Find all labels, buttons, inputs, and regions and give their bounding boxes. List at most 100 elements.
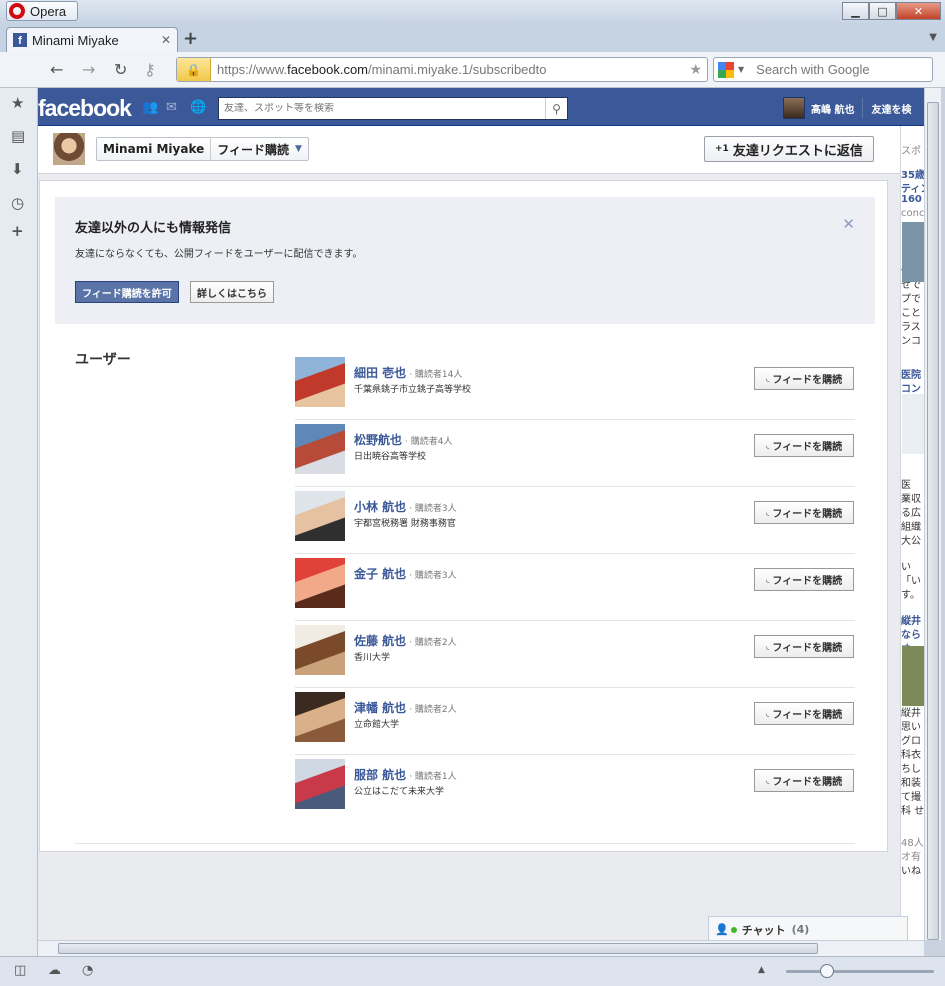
notice-text: 友達にならなくても、公開フィードをユーザーに配信できます。 [75, 249, 363, 260]
avatar[interactable] [295, 692, 345, 742]
zoom-up-icon[interactable]: ▲ [758, 965, 765, 975]
subscribe-button[interactable]: ◟ フィードを購読 [754, 367, 854, 390]
rss-icon: ◟ [765, 574, 770, 585]
url-text[interactable]: https://www.facebook.com/minami.miyake.1… [217, 62, 689, 77]
chevron-down-icon[interactable]: ▼ [295, 144, 302, 154]
vertical-scrollbar[interactable] [924, 88, 941, 940]
user-name-line: 小林 航也 · 購読者3人 [354, 498, 457, 515]
subscribe-button[interactable]: ◟ フィードを購読 [754, 434, 854, 457]
avatar[interactable] [295, 759, 345, 809]
messages-icon[interactable]: ✉ [166, 100, 182, 115]
facebook-search-input[interactable] [219, 103, 545, 114]
subscribe-button[interactable]: ◟ フィードを購読 [754, 702, 854, 725]
ticker-text: 160 [901, 194, 922, 205]
reload-icon[interactable]: ↻ [114, 60, 127, 79]
chat-tab[interactable]: 👤 チャット (4) [708, 916, 908, 940]
subscribe-label: フィードを購読 [772, 710, 843, 721]
facebook-logo[interactable]: facebook [38, 95, 132, 122]
ticker-text: 業収 [901, 494, 921, 505]
ticker-text: ラス [901, 322, 921, 333]
notes-icon[interactable]: ▤ [11, 127, 25, 145]
downloads-icon[interactable]: ⬇ [11, 160, 24, 178]
subscribe-label: フィードを購読 [772, 375, 843, 386]
user-name-link[interactable]: 服部 航也 [354, 768, 406, 782]
bookmark-star-icon[interactable]: ★ [689, 62, 702, 78]
friend-request-label: 友達リクエストに返信 [732, 143, 863, 159]
subscribe-button[interactable]: ◟ フィードを購読 [754, 769, 854, 792]
rss-icon: ◟ [765, 440, 770, 451]
user-name-link[interactable]: 金子 航也 [354, 567, 406, 581]
cloud-icon[interactable]: ☁ [48, 963, 61, 978]
google-icon[interactable] [718, 61, 734, 78]
ticker-image[interactable] [902, 646, 924, 706]
friend-requests-icon[interactable]: 👥 [142, 100, 158, 115]
forward-icon[interactable]: → [82, 60, 95, 79]
zoom-slider-handle[interactable] [820, 964, 834, 978]
opera-menu-button[interactable]: Opera [6, 1, 78, 21]
avatar[interactable] [295, 625, 345, 675]
subscriber-count: · 購読者2人 [409, 705, 457, 715]
user-name-link[interactable]: 小林 航也 [354, 500, 406, 514]
back-icon[interactable]: ← [50, 60, 63, 79]
subscribe-button[interactable]: ◟ フィードを購読 [754, 568, 854, 591]
search-icon[interactable]: ⚲ [545, 98, 567, 119]
ticker-text: 科 せ [901, 806, 924, 817]
add-friend-icon: +1 [715, 144, 729, 154]
horizontal-scrollbar[interactable] [38, 940, 924, 956]
profile-name-link[interactable]: Minami Miyake [97, 138, 212, 160]
facebook-search[interactable]: ⚲ [218, 97, 568, 120]
search-engine-dropdown-icon[interactable]: ▼ [738, 65, 744, 74]
add-panel-icon[interactable]: + [11, 222, 24, 240]
subscribe-button[interactable]: ◟ フィードを購読 [754, 501, 854, 524]
user-name-link[interactable]: 髙嶋 航也 [811, 101, 854, 116]
user-name-link[interactable]: 佐藤 航也 [354, 634, 406, 648]
subscribe-button[interactable]: ◟ フィードを購読 [754, 635, 854, 658]
close-icon[interactable]: ✕ [842, 215, 855, 233]
allow-subscribe-button[interactable]: フィード購読を許可 [75, 281, 179, 303]
respond-friend-request-button[interactable]: +1 友達リクエストに返信 [704, 136, 874, 162]
profile-avatar[interactable] [53, 133, 85, 165]
minimize-icon[interactable]: ▁ [842, 2, 869, 20]
notifications-globe-icon[interactable]: 🌐 [190, 100, 206, 115]
scroll-thumb[interactable] [58, 943, 818, 954]
ticker-text: なら [901, 630, 921, 641]
find-friends-link[interactable]: 友達を検 [871, 101, 911, 116]
user-name-link[interactable]: 松野航也 [354, 433, 402, 447]
speed-dial-icon[interactable]: ◔ [82, 963, 93, 978]
user-name-line: 服部 航也 · 購読者1人 [354, 766, 457, 783]
zoom-slider[interactable] [786, 970, 934, 973]
ticker-image[interactable] [902, 222, 924, 282]
user-name-link[interactable]: 細田 壱也 [354, 366, 406, 380]
ticker-text: オ有 [901, 852, 921, 863]
avatar[interactable] [783, 97, 805, 119]
browser-tab[interactable]: f Minami Miyake ✕ [6, 27, 178, 52]
close-window-icon[interactable]: ✕ [896, 2, 941, 20]
subscriber-count: · 購読者4人 [405, 437, 453, 447]
avatar[interactable] [295, 491, 345, 541]
history-clock-icon[interactable]: ◷ [11, 194, 24, 212]
avatar[interactable] [295, 357, 345, 407]
ticker-text: 科衣 [901, 750, 921, 761]
user-detail: 香川大学 [354, 653, 391, 663]
avatar[interactable] [295, 558, 345, 608]
opera-logo-icon [9, 3, 25, 19]
key-icon[interactable]: ⚷ [144, 60, 156, 79]
section-selector[interactable]: フィード購読 [211, 141, 295, 158]
avatar[interactable] [295, 424, 345, 474]
address-bar[interactable]: 🔒 https://www.facebook.com/minami.miyake… [176, 57, 708, 82]
ticker-text: こと [901, 308, 921, 319]
tab-close-icon[interactable]: ✕ [161, 33, 171, 47]
bookmarks-star-icon[interactable]: ★ [11, 94, 24, 112]
scroll-thumb[interactable] [927, 102, 939, 940]
learn-more-button[interactable]: 詳しくはこちら [190, 281, 274, 303]
search-field[interactable]: ▼ Search with Google [713, 57, 933, 82]
tab-list-icon[interactable]: ▼ [929, 32, 937, 43]
maximize-icon[interactable]: □ [869, 2, 896, 20]
user-name-link[interactable]: 津幡 航也 [354, 701, 406, 715]
facebook-top-bar: facebook 👥 ✉ 🌐 ⚲ 髙嶋 航也 友達を検 [38, 88, 924, 126]
new-tab-icon[interactable]: + [183, 28, 198, 49]
lock-icon[interactable]: 🔒 [177, 58, 211, 81]
panel-toggle-icon[interactable]: ◫ [14, 963, 26, 978]
ticker-image[interactable] [902, 394, 924, 454]
user-detail: 日出暁谷高等学校 [354, 452, 427, 462]
